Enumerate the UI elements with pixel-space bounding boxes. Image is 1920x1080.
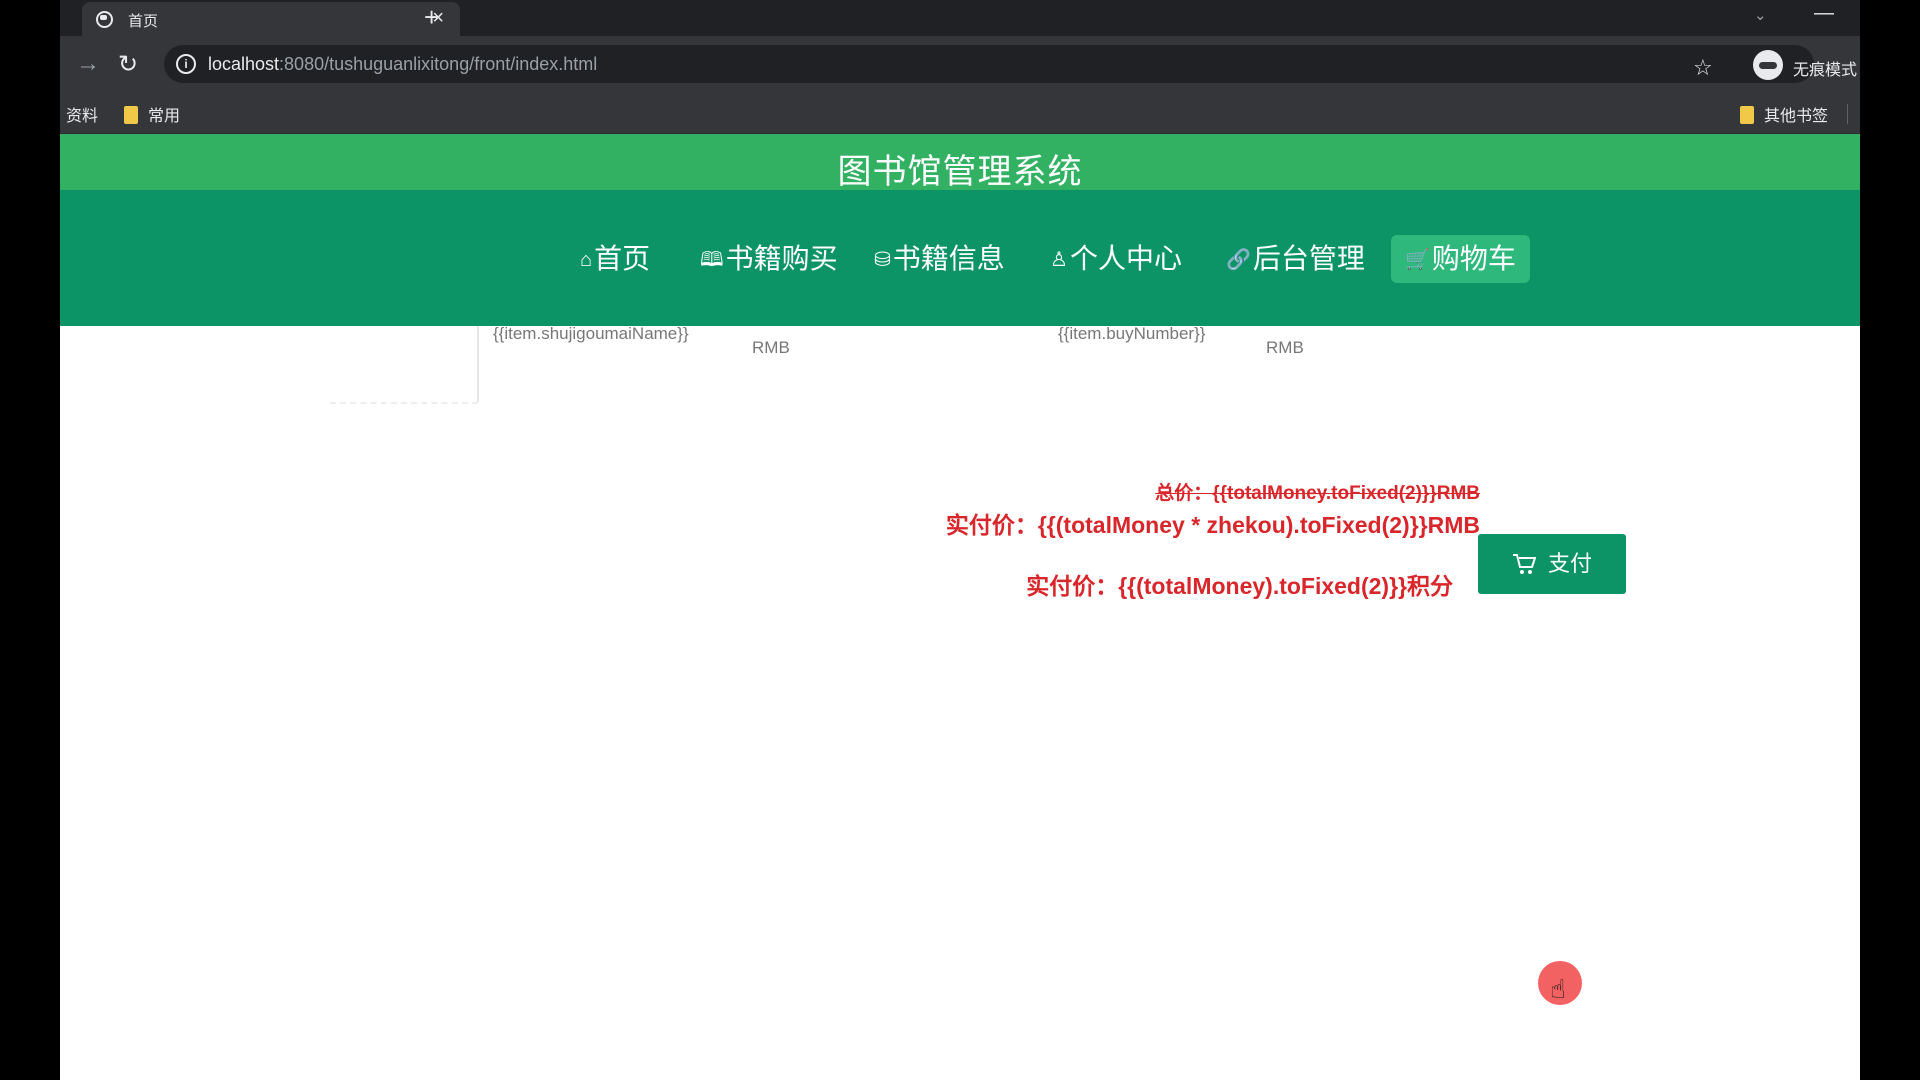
minimize-button[interactable]: — bbox=[1814, 2, 1834, 25]
browser-window: 首页 × + ⌄ — → ↻ i localhost:8080/tushugua… bbox=[60, 0, 1860, 1080]
browser-toolbar: → ↻ i localhost:8080/tushuguanlixitong/f… bbox=[60, 36, 1860, 94]
bookmarks-bar: 资料 常用 其他书签 bbox=[60, 94, 1860, 134]
nav-label: 后台管理 bbox=[1252, 243, 1365, 274]
other-bookmarks-label: 其他书签 bbox=[1764, 108, 1829, 125]
globe-icon bbox=[96, 11, 113, 28]
incognito-label[interactable]: 无痕模式 bbox=[1793, 56, 1857, 80]
link-icon: 🔗 bbox=[1226, 249, 1251, 271]
incognito-icon[interactable] bbox=[1753, 50, 1783, 80]
actual-points: 实付价：{{(totalMoney).toFixed(2)}}积分 bbox=[1026, 573, 1453, 599]
nav-item-profile[interactable]: ♙个人中心 bbox=[1050, 235, 1182, 283]
actual-price: 实付价：{{(totalMoney * zhekou).toFixed(2)}}… bbox=[945, 512, 1480, 538]
divider bbox=[1847, 104, 1848, 124]
bookmark-ziliao[interactable]: 资料 bbox=[66, 102, 98, 126]
nav-label: 首页 bbox=[594, 243, 651, 274]
nav-label: 书籍信息 bbox=[892, 243, 1005, 274]
nav-item-cart[interactable]: 🛒购物车 bbox=[1391, 235, 1530, 283]
other-bookmarks[interactable]: 其他书签 bbox=[1740, 102, 1828, 126]
user-icon: ♙ bbox=[1050, 249, 1068, 271]
main-nav: ⌂首页 🕮书籍购买 ⛁书籍信息 ♙个人中心 🔗后台管理 🛒购物车 bbox=[60, 190, 1860, 326]
bookmark-label: 常用 bbox=[148, 108, 181, 125]
cart-content: {{item.shujigoumaiName}} RMB {{item.buyN… bbox=[60, 324, 1860, 1080]
pay-button[interactable]: 支付 bbox=[1478, 534, 1626, 594]
item-buy-number[interactable]: {{item.buyNumber}} bbox=[1058, 324, 1205, 344]
url-host: localhost bbox=[208, 54, 280, 74]
item-price-unit: RMB bbox=[752, 338, 790, 357]
info-icon[interactable]: i bbox=[176, 54, 196, 74]
site-header: 图书馆管理系统 bbox=[60, 134, 1860, 191]
dashed-divider bbox=[330, 402, 478, 404]
home-icon: ⌂ bbox=[580, 249, 593, 271]
database-icon: ⛁ bbox=[874, 249, 891, 271]
nav-item-book-purchase[interactable]: 🕮书籍购买 bbox=[700, 235, 838, 283]
site-title: 图书馆管理系统 bbox=[837, 153, 1083, 191]
nav-item-book-info[interactable]: ⛁书籍信息 bbox=[874, 235, 1005, 283]
browser-tab[interactable]: 首页 × bbox=[82, 2, 460, 36]
nav-item-home[interactable]: ⌂首页 bbox=[580, 235, 650, 283]
nav-label: 个人中心 bbox=[1069, 243, 1182, 274]
nav-label: 书籍购买 bbox=[725, 243, 838, 274]
pay-label: 支付 bbox=[1547, 551, 1592, 576]
cell-divider bbox=[477, 326, 479, 402]
total-price: 总价：{{totalMoney.toFixed(2)}}RMB bbox=[1155, 483, 1480, 504]
forward-icon[interactable]: → bbox=[76, 50, 100, 78]
cart-icon bbox=[1512, 538, 1537, 598]
folder-icon bbox=[124, 106, 138, 124]
item-name: {{item.shujigoumaiName}} bbox=[493, 324, 689, 343]
tab-search-icon[interactable]: ⌄ bbox=[1754, 6, 1767, 24]
nav-label: 购物车 bbox=[1431, 243, 1516, 274]
url-path: :8080/tushuguanlixitong/front/index.html bbox=[279, 54, 598, 74]
reload-icon[interactable]: ↻ bbox=[118, 50, 138, 79]
bookmark-changyong[interactable]: 常用 bbox=[124, 102, 180, 126]
new-tab-button[interactable]: + bbox=[424, 2, 439, 33]
bookmark-star-icon[interactable]: ☆ bbox=[1693, 55, 1713, 81]
item-subtotal-unit: RMB bbox=[1266, 338, 1304, 357]
folder-icon bbox=[1740, 106, 1754, 124]
nav-item-admin[interactable]: 🔗后台管理 bbox=[1226, 235, 1365, 283]
tab-title: 首页 bbox=[128, 13, 159, 30]
book-icon: 🕮 bbox=[700, 249, 724, 271]
cart-icon: 🛒 bbox=[1405, 249, 1430, 271]
address-bar[interactable]: i localhost:8080/tushuguanlixitong/front… bbox=[164, 45, 1814, 83]
hand-cursor-icon: ☝ bbox=[1550, 974, 1566, 1004]
url-text[interactable]: localhost:8080/tushuguanlixitong/front/i… bbox=[208, 54, 597, 75]
tab-bar: 首页 × + ⌄ — bbox=[60, 0, 1860, 36]
